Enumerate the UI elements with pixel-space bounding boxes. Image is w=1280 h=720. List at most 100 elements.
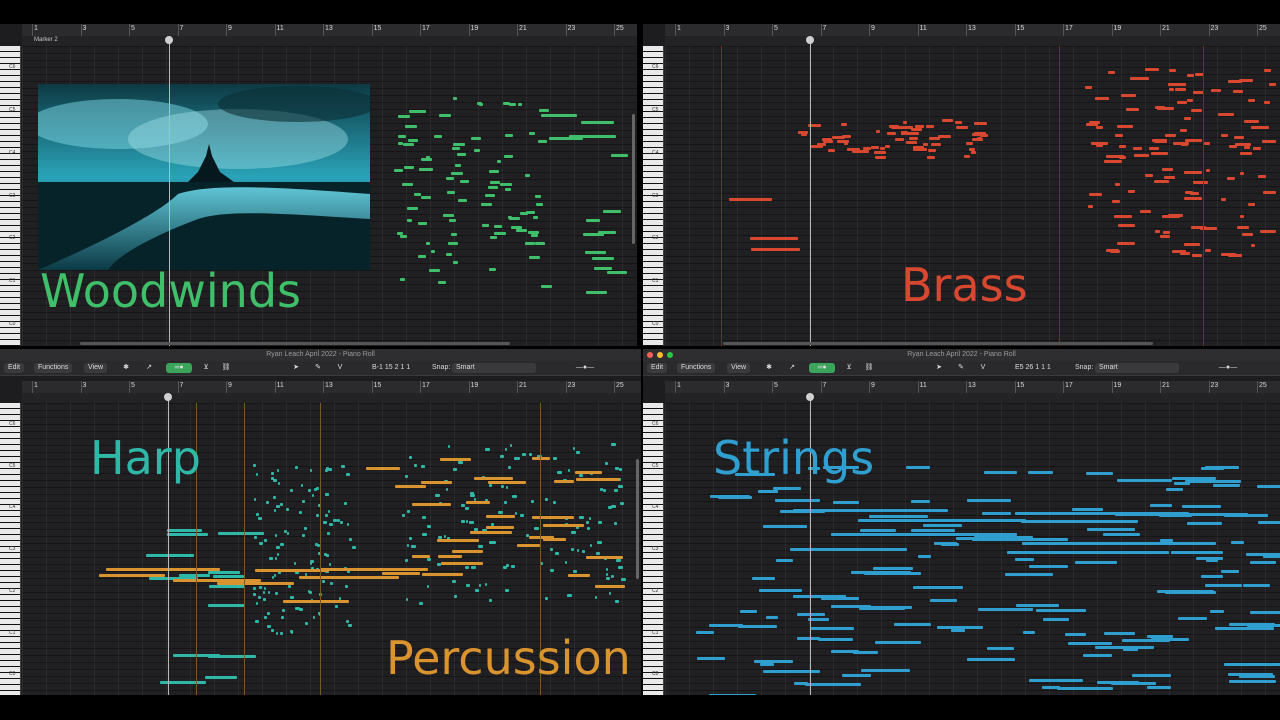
midi-note[interactable] [496, 160, 502, 164]
midi-note[interactable] [532, 215, 539, 219]
midi-note[interactable] [426, 241, 431, 245]
midi-note[interactable] [347, 522, 350, 526]
midi-note[interactable] [810, 626, 855, 630]
midi-note[interactable] [1231, 540, 1244, 544]
midi-note[interactable] [290, 489, 293, 493]
midi-note[interactable] [776, 558, 794, 562]
midi-note[interactable] [1220, 252, 1236, 256]
velocity-tool-icon[interactable]: V [977, 363, 989, 373]
midi-note[interactable] [808, 618, 830, 622]
midi-note[interactable] [1236, 226, 1249, 230]
midi-note[interactable] [575, 450, 580, 454]
midi-note[interactable] [329, 581, 333, 585]
midi-note[interactable] [831, 533, 1018, 537]
midi-note[interactable] [535, 241, 546, 245]
midi-note[interactable] [1228, 80, 1243, 84]
midi-note[interactable] [1249, 610, 1280, 614]
midi-note[interactable] [1184, 243, 1201, 247]
midi-note[interactable] [262, 591, 266, 595]
midi-note[interactable] [301, 483, 304, 487]
midi-note[interactable] [1116, 478, 1172, 482]
midi-note[interactable] [929, 599, 958, 603]
midi-note[interactable] [978, 607, 1033, 611]
midi-note[interactable] [1029, 564, 1069, 568]
edit-menu[interactable]: Edit [647, 363, 668, 373]
midi-note[interactable] [273, 478, 277, 482]
midi-note[interactable] [490, 235, 498, 239]
view-menu[interactable]: View [727, 363, 751, 373]
midi-note[interactable] [105, 568, 220, 572]
midi-note[interactable] [1184, 170, 1203, 174]
midi-note[interactable] [1169, 87, 1175, 91]
midi-note[interactable] [474, 477, 514, 481]
midi-note[interactable] [426, 557, 430, 561]
midi-note[interactable] [1162, 215, 1180, 219]
midi-note[interactable] [254, 536, 257, 540]
midi-note[interactable] [611, 504, 616, 508]
catch-icon[interactable]: ↗ [786, 363, 798, 373]
midi-note[interactable] [428, 269, 440, 273]
midi-note[interactable] [929, 137, 941, 141]
midi-note[interactable] [1035, 608, 1087, 612]
midi-note[interactable] [505, 588, 509, 592]
midi-note[interactable] [1228, 145, 1238, 149]
midi-note[interactable] [263, 587, 267, 591]
midi-note[interactable] [1186, 522, 1222, 526]
midi-note[interactable] [252, 463, 256, 467]
midi-note[interactable] [252, 587, 257, 591]
midi-note[interactable] [216, 581, 295, 585]
midi-note[interactable] [328, 563, 331, 567]
midi-note[interactable] [1115, 182, 1121, 186]
midi-note[interactable] [875, 641, 922, 645]
midi-note[interactable] [454, 594, 457, 598]
midi-note[interactable] [524, 241, 536, 245]
midi-note[interactable] [620, 501, 624, 505]
snap-select[interactable]: Smart [452, 363, 536, 373]
midi-note[interactable] [1157, 107, 1174, 111]
midi-note[interactable] [910, 128, 922, 132]
midi-note[interactable] [773, 486, 801, 490]
midi-note[interactable] [1123, 647, 1138, 651]
midi-note[interactable] [405, 598, 409, 602]
midi-note[interactable] [465, 500, 491, 504]
midi-note[interactable] [1146, 685, 1171, 689]
midi-note[interactable] [159, 680, 206, 684]
midi-note[interactable] [1149, 147, 1159, 151]
midi-note[interactable] [322, 580, 325, 584]
midi-note[interactable] [618, 484, 624, 488]
midi-note[interactable] [531, 233, 538, 237]
midi-note[interactable] [473, 149, 480, 153]
midi-note[interactable] [437, 555, 462, 559]
midi-note[interactable] [1184, 480, 1241, 484]
midi-note[interactable] [524, 173, 530, 177]
midi-note[interactable] [1067, 641, 1112, 645]
midi-note[interactable] [729, 197, 773, 201]
midi-note[interactable] [1233, 89, 1244, 93]
midi-note[interactable] [253, 498, 256, 502]
midi-note[interactable] [954, 121, 962, 125]
midi-note[interactable] [571, 531, 576, 535]
midi-note[interactable] [610, 575, 614, 579]
edit-menu[interactable]: Edit [4, 363, 25, 373]
midi-note[interactable] [570, 548, 574, 552]
midi-note[interactable] [275, 505, 280, 509]
midi-note[interactable] [548, 137, 583, 141]
midi-note[interactable] [486, 525, 515, 529]
midi-in-icon[interactable]: ✱ [763, 363, 775, 373]
midi-note[interactable] [1028, 678, 1084, 682]
midi-note[interactable] [927, 155, 935, 159]
midi-note[interactable] [416, 109, 426, 113]
midi-note[interactable] [516, 229, 527, 233]
midi-note[interactable] [875, 129, 880, 133]
midi-note[interactable] [485, 515, 515, 519]
midi-note[interactable] [404, 475, 409, 479]
midi-note[interactable] [272, 496, 276, 500]
midi-note[interactable] [448, 241, 459, 245]
midi-note[interactable] [579, 516, 584, 520]
midi-note[interactable] [969, 148, 975, 152]
midi-note[interactable] [901, 130, 908, 134]
midi-note[interactable] [774, 499, 821, 503]
midi-note[interactable] [1133, 154, 1150, 158]
midi-note[interactable] [1226, 177, 1236, 181]
midi-note[interactable] [340, 520, 343, 524]
